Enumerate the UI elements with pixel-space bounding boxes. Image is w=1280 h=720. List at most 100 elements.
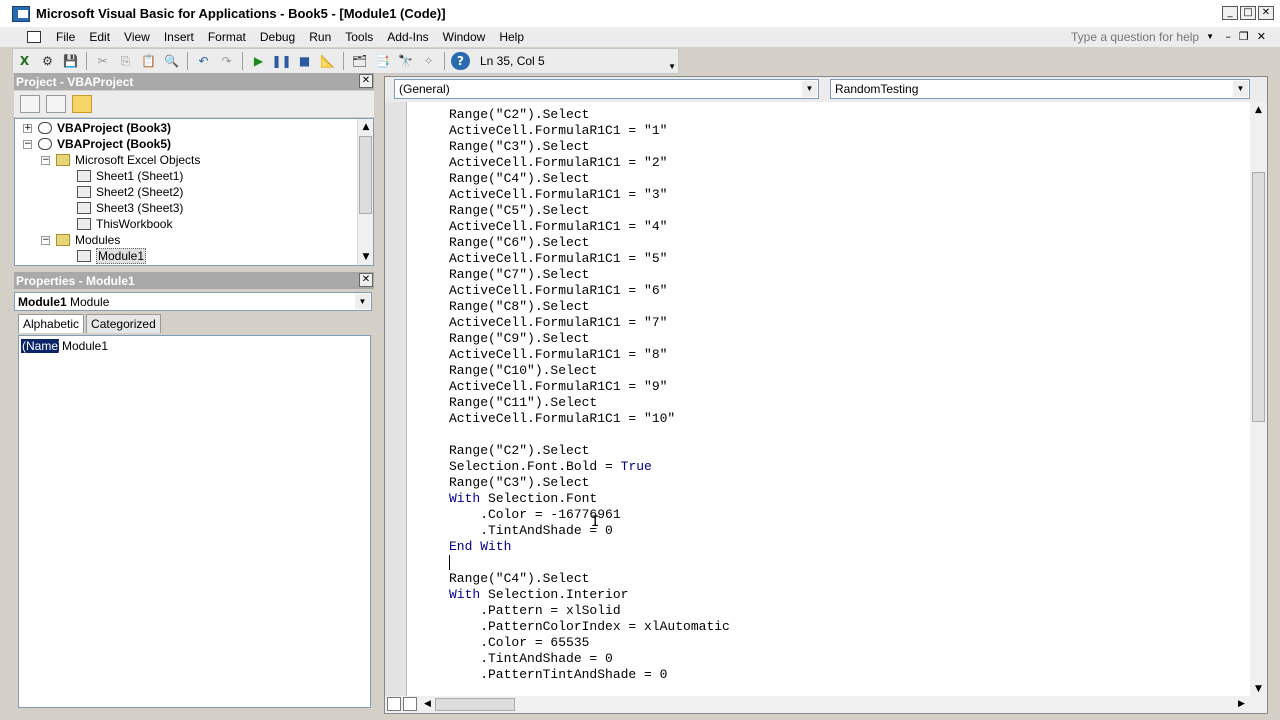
properties-panel-close-icon[interactable]: ✕: [359, 273, 373, 287]
collapse-icon[interactable]: −: [41, 155, 50, 165]
properties-window-icon[interactable]: 📑: [373, 52, 392, 70]
maximize-icon[interactable]: □: [1240, 6, 1256, 20]
menu-help[interactable]: Help: [492, 30, 531, 44]
collapse-icon[interactable]: −: [41, 235, 50, 245]
code-line[interactable]: Range("C9").Select: [407, 331, 1249, 347]
view-code-icon[interactable]: [20, 95, 40, 113]
code-line[interactable]: With Selection.Interior: [407, 587, 1249, 603]
chevron-down-icon[interactable]: ▼: [1233, 81, 1248, 97]
expand-icon[interactable]: +: [23, 123, 32, 133]
undo-icon[interactable]: ↶: [194, 52, 213, 70]
code-line[interactable]: Range("C2").Select: [407, 443, 1249, 459]
scroll-thumb[interactable]: [1252, 172, 1265, 422]
code-line[interactable]: End With: [407, 539, 1249, 555]
code-line[interactable]: Range("C3").Select: [407, 475, 1249, 491]
tab-categorized[interactable]: Categorized: [86, 314, 161, 333]
toolbar-options-icon[interactable]: ▼: [668, 62, 676, 71]
code-line[interactable]: Range("C4").Select: [407, 171, 1249, 187]
project-explorer-icon[interactable]: 🗂: [350, 52, 369, 70]
help-icon[interactable]: ?: [451, 52, 470, 70]
code-line[interactable]: Range("C10").Select: [407, 363, 1249, 379]
code-line[interactable]: Selection.Font.Bold = True: [407, 459, 1249, 475]
view-excel-icon[interactable]: X: [15, 52, 34, 70]
code-line[interactable]: ActiveCell.FormulaR1C1 = "6": [407, 283, 1249, 299]
tree-item-sheet2[interactable]: Sheet2 (Sheet2): [77, 184, 183, 200]
object-browser-icon[interactable]: 🔭: [396, 52, 415, 70]
code-line[interactable]: .Pattern = xlSolid: [407, 603, 1249, 619]
code-line[interactable]: .TintAndShade = 0: [407, 651, 1249, 667]
close-icon[interactable]: ✕: [1258, 6, 1274, 20]
scroll-up-icon[interactable]: ▲: [358, 119, 373, 135]
find-icon[interactable]: 🔍: [162, 52, 181, 70]
reset-icon[interactable]: ■: [295, 52, 314, 70]
object-combo[interactable]: (General) ▼: [394, 79, 819, 99]
toolbox-icon[interactable]: ✧: [419, 52, 438, 70]
cut-icon[interactable]: ✂: [93, 52, 112, 70]
tree-item-thisworkbook[interactable]: ThisWorkbook: [77, 216, 172, 232]
tree-item-modules[interactable]: − Modules: [41, 232, 120, 248]
tree-item-sheet3[interactable]: Sheet3 (Sheet3): [77, 200, 183, 216]
code-line[interactable]: Range("C7").Select: [407, 267, 1249, 283]
scroll-thumb[interactable]: [359, 136, 372, 214]
code-line[interactable]: ActiveCell.FormulaR1C1 = "1": [407, 123, 1249, 139]
menu-insert[interactable]: Insert: [157, 30, 201, 44]
mdi-close-icon[interactable]: ✕: [1257, 30, 1266, 43]
code-line[interactable]: .Color = -16776961: [407, 507, 1249, 523]
property-value[interactable]: Module1: [59, 339, 108, 353]
code-line[interactable]: ActiveCell.FormulaR1C1 = "9": [407, 379, 1249, 395]
code-line[interactable]: Range("C3").Select: [407, 139, 1249, 155]
menu-view[interactable]: View: [117, 30, 157, 44]
menu-run[interactable]: Run: [302, 30, 338, 44]
menu-tools[interactable]: Tools: [338, 30, 380, 44]
code-line[interactable]: Range("C11").Select: [407, 395, 1249, 411]
menu-file[interactable]: File: [49, 30, 82, 44]
code-line[interactable]: .PatternColorIndex = xlAutomatic: [407, 619, 1249, 635]
minimize-icon[interactable]: _: [1222, 6, 1238, 20]
scroll-right-icon[interactable]: ▶: [1233, 696, 1250, 713]
menu-edit[interactable]: Edit: [82, 30, 117, 44]
collapse-icon[interactable]: −: [23, 139, 32, 149]
code-editor[interactable]: Range("C2").Select ActiveCell.FormulaR1C1…: [407, 107, 1249, 697]
code-line[interactable]: .PatternTintAndShade = 0: [407, 667, 1249, 683]
save-icon[interactable]: 💾: [61, 52, 80, 70]
design-mode-icon[interactable]: 📐: [318, 52, 337, 70]
run-icon[interactable]: ▶: [249, 52, 268, 70]
menu-format[interactable]: Format: [201, 30, 253, 44]
code-line[interactable]: ActiveCell.FormulaR1C1 = "10": [407, 411, 1249, 427]
scroll-up-icon[interactable]: ▲: [1250, 102, 1267, 119]
code-line[interactable]: Range("C4").Select: [407, 571, 1249, 587]
view-object-icon[interactable]: [46, 95, 66, 113]
code-line[interactable]: .TintAndShade = 0: [407, 523, 1249, 539]
code-line[interactable]: ActiveCell.FormulaR1C1 = "2": [407, 155, 1249, 171]
code-line[interactable]: ActiveCell.FormulaR1C1 = "4": [407, 219, 1249, 235]
tree-item-vbaproject-book3[interactable]: + VBAProject (Book3): [23, 120, 171, 136]
code-line[interactable]: Range("C8").Select: [407, 299, 1249, 315]
scroll-thumb[interactable]: [435, 698, 515, 711]
code-line[interactable]: [407, 555, 1249, 571]
menu-debug[interactable]: Debug: [253, 30, 302, 44]
code-horizontal-scrollbar[interactable]: ◀ ▶: [385, 696, 1267, 713]
tab-alphabetic[interactable]: Alphabetic: [18, 314, 85, 333]
chevron-down-icon[interactable]: ▼: [1206, 32, 1214, 41]
chevron-down-icon[interactable]: ▼: [802, 81, 817, 97]
module-window-icon[interactable]: [27, 31, 41, 43]
code-line[interactable]: .Color = 65535: [407, 635, 1249, 651]
mdi-restore-icon[interactable]: ❐: [1239, 30, 1249, 43]
mdi-minimize-icon[interactable]: –: [1225, 30, 1231, 43]
project-tree-scrollbar[interactable]: ▲ ▼: [357, 119, 373, 265]
tree-item-excel-objects[interactable]: − Microsoft Excel Objects: [41, 152, 200, 168]
code-line[interactable]: ActiveCell.FormulaR1C1 = "3": [407, 187, 1249, 203]
procedure-combo[interactable]: RandomTesting ▼: [830, 79, 1250, 99]
code-line[interactable]: ActiveCell.FormulaR1C1 = "7": [407, 315, 1249, 331]
tree-item-module1[interactable]: Module1: [77, 248, 147, 264]
code-line[interactable]: ActiveCell.FormulaR1C1 = "5": [407, 251, 1249, 267]
object-select[interactable]: Module1 Module ▼: [14, 292, 372, 311]
project-panel-close-icon[interactable]: ✕: [359, 74, 373, 88]
break-icon[interactable]: ❚❚: [271, 52, 291, 70]
copy-icon[interactable]: ⎘: [116, 52, 135, 70]
code-line[interactable]: [407, 427, 1249, 443]
insert-userform-icon[interactable]: ⚙: [38, 52, 57, 70]
menu-add-ins[interactable]: Add-Ins: [380, 30, 435, 44]
chevron-down-icon[interactable]: ▼: [355, 294, 370, 309]
full-module-view-icon[interactable]: [403, 697, 417, 711]
